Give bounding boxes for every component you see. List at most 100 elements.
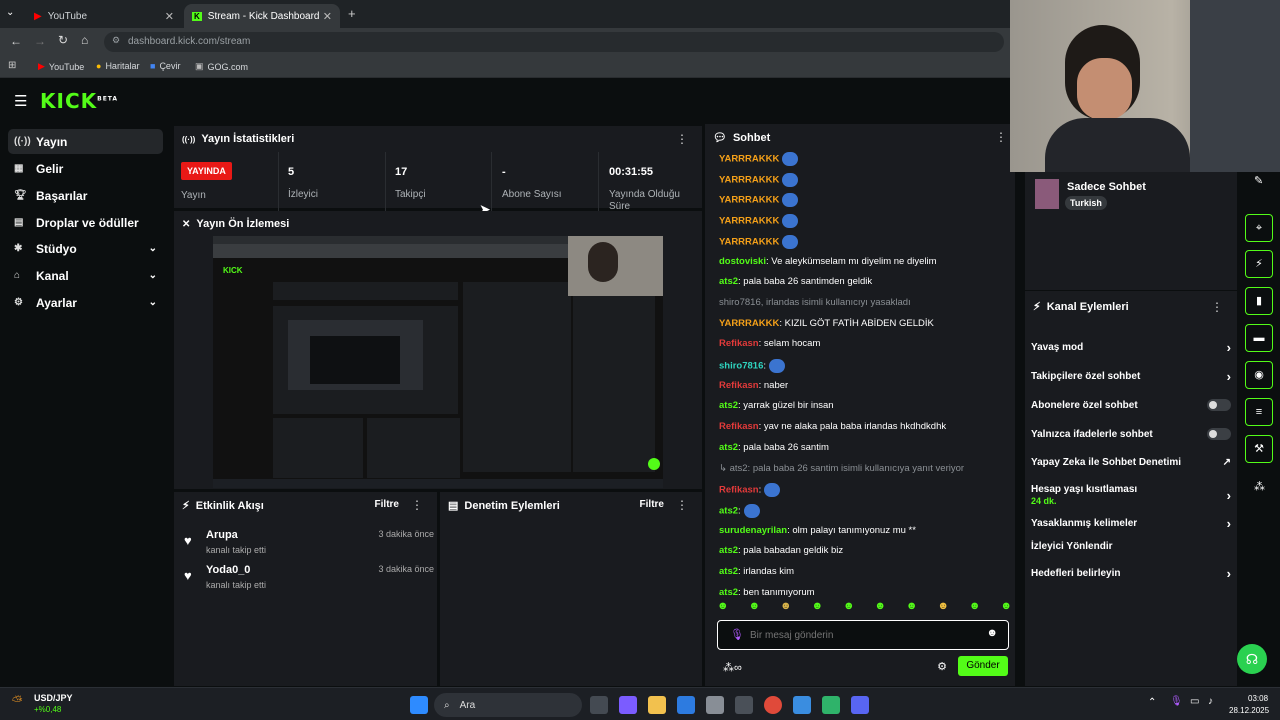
- more-options-icon[interactable]: ⋮: [411, 498, 423, 512]
- app-icon[interactable]: [793, 696, 811, 714]
- sidebar-item-kanal[interactable]: ⌂ Kanal ⌄: [8, 263, 163, 288]
- mail-icon[interactable]: [677, 696, 695, 714]
- store-icon[interactable]: [706, 696, 724, 714]
- toggle-switch[interactable]: [1207, 399, 1231, 411]
- support-headset-icon[interactable]: ☊: [1237, 644, 1267, 674]
- taskbar-search[interactable]: ⌕ Ara: [434, 693, 582, 717]
- forward-icon[interactable]: →: [34, 34, 46, 48]
- pencil-icon[interactable]: ✎: [1254, 174, 1263, 187]
- chat-input-box[interactable]: 🎙︎ ☻: [717, 620, 1009, 650]
- chat-username[interactable]: YARRRAKKK: [719, 216, 779, 227]
- chat-username[interactable]: YARRRAKKK: [719, 154, 779, 165]
- windows-start-icon[interactable]: [410, 696, 428, 714]
- channel-action-item[interactable]: Abonelere özel sohbet: [1031, 399, 1231, 411]
- wrench-icon[interactable]: ⚒: [1245, 435, 1273, 463]
- back-icon[interactable]: ←: [10, 34, 22, 48]
- channel-action-item[interactable]: Yapay Zeka ile Sohbet Denetimi ↗: [1031, 457, 1231, 468]
- microphone-icon[interactable]: 🎙︎: [1170, 696, 1183, 707]
- send-button[interactable]: Gönder: [958, 656, 1008, 676]
- infinity-icon[interactable]: ⁂∞: [723, 661, 742, 674]
- chat-username[interactable]: Refikasn: [719, 485, 759, 496]
- display-icon[interactable]: ▭: [1190, 696, 1199, 707]
- tab-kick-dashboard[interactable]: K Stream - Kick Dashboard ✕: [184, 4, 340, 28]
- emote-icon[interactable]: ☻: [843, 600, 855, 614]
- chat-username[interactable]: ats2: [719, 587, 738, 598]
- chat-input[interactable]: [750, 626, 970, 644]
- emote-icon[interactable]: ☻: [969, 600, 981, 614]
- close-icon[interactable]: ✕: [323, 10, 332, 23]
- kick-logo[interactable]: KICKBETA: [40, 89, 118, 113]
- bookmark-youtube[interactable]: ▶ YouTube: [38, 61, 84, 72]
- lightning-icon[interactable]: ⚡︎: [1245, 250, 1273, 278]
- site-info-icon[interactable]: ⚙: [112, 35, 120, 46]
- chat-username[interactable]: YARRRAKKK: [719, 195, 779, 206]
- channel-action-item[interactable]: Yavaş mod ›: [1031, 340, 1231, 355]
- chat-username[interactable]: ats2: [719, 276, 738, 287]
- emote-icon[interactable]: ☻: [1000, 600, 1012, 614]
- close-icon[interactable]: ✕: [165, 10, 174, 23]
- task-view-icon[interactable]: [590, 696, 608, 714]
- emote-icon[interactable]: ☻: [717, 600, 729, 614]
- channel-action-item[interactable]: İzleyici Yönlendir: [1031, 541, 1231, 552]
- chat-username[interactable]: Refikasn: [719, 338, 759, 349]
- chat-bubble-icon[interactable]: ▬: [1245, 324, 1273, 352]
- channel-action-item[interactable]: Hedefleri belirleyin ›: [1031, 566, 1231, 581]
- emoji-icon[interactable]: ☻: [986, 627, 998, 639]
- app-icon[interactable]: [822, 696, 840, 714]
- more-options-icon[interactable]: ⋮: [676, 498, 688, 512]
- extensions-icon[interactable]: ⁂: [1254, 480, 1265, 493]
- home-icon[interactable]: ⌂: [81, 33, 88, 47]
- stream-preview-video[interactable]: KICK: [213, 236, 663, 488]
- emote-icon[interactable]: ☻: [937, 600, 949, 614]
- chat-username[interactable]: YARRRAKKK: [719, 174, 779, 185]
- filter-button[interactable]: Filtre: [375, 499, 399, 510]
- chat-username[interactable]: ats2: [719, 566, 738, 577]
- chat-username[interactable]: surudenayrilan: [719, 525, 787, 536]
- chrome-icon[interactable]: [764, 696, 782, 714]
- tray-chevron-icon[interactable]: ⌃: [1148, 697, 1156, 708]
- emote-icon[interactable]: ☻: [874, 600, 886, 614]
- chat-username[interactable]: dostoviski: [719, 256, 766, 267]
- sidebar-item-basarilar[interactable]: 🏆︎ Başarılar: [8, 183, 163, 208]
- bookmark-translate[interactable]: ■ Çevir: [150, 61, 180, 71]
- more-options-icon[interactable]: ⋮: [676, 132, 688, 146]
- chat-username[interactable]: Refikasn: [719, 380, 759, 391]
- chat-username[interactable]: ats2: [719, 545, 738, 556]
- file-explorer-icon[interactable]: [648, 696, 666, 714]
- hamburger-menu-icon[interactable]: ☰: [14, 92, 27, 110]
- sidebar-item-studyo[interactable]: ✱ Stüdyo ⌄: [8, 236, 163, 261]
- tab-youtube[interactable]: ▶ YouTube ✕: [26, 4, 182, 28]
- bookmark-maps[interactable]: ● Haritalar: [96, 61, 139, 71]
- chat-username[interactable]: Refikasn: [719, 421, 759, 432]
- emote-icon[interactable]: ☻: [780, 600, 792, 614]
- tab-menu-icon[interactable]: ⌄: [6, 7, 14, 18]
- url-field[interactable]: ⚙ dashboard.kick.com/stream: [104, 32, 1004, 52]
- chat-username[interactable]: ats2: [719, 400, 738, 411]
- sidebar-item-gelir[interactable]: ▦ Gelir: [8, 156, 163, 181]
- sidebar-item-ayarlar[interactable]: ⚙ Ayarlar ⌄: [8, 290, 163, 315]
- broadcast-icon[interactable]: ◉: [1245, 361, 1273, 389]
- emote-icon[interactable]: ☻: [906, 600, 918, 614]
- sidebar-item-yayin[interactable]: ((·)) Yayın: [8, 129, 163, 154]
- chat-username[interactable]: ats2: [719, 505, 738, 516]
- steam-icon[interactable]: [735, 696, 753, 714]
- chat-username[interactable]: YARRRAKKK: [719, 318, 779, 329]
- copilot-icon[interactable]: [619, 696, 637, 714]
- emote-icon[interactable]: ☻: [748, 600, 760, 614]
- channel-action-item[interactable]: Hesap yaşı kısıtlaması 24 dk. ›: [1031, 484, 1231, 506]
- channel-action-item[interactable]: Yasaklanmış kelimeler ›: [1031, 516, 1231, 531]
- discord-icon[interactable]: [851, 696, 869, 714]
- clock-time[interactable]: 03:08: [1248, 694, 1268, 703]
- channel-action-item[interactable]: Takipçilere özel sohbet ›: [1031, 369, 1231, 384]
- apps-grid-icon[interactable]: ⊞: [8, 60, 16, 71]
- bookmark-gog[interactable]: ▣ GOG.com: [195, 61, 248, 72]
- filter-button[interactable]: Filtre: [640, 499, 664, 510]
- layers-icon[interactable]: ≡: [1245, 398, 1273, 426]
- new-tab-icon[interactable]: +: [348, 6, 356, 21]
- clipboard-icon[interactable]: ▮: [1245, 287, 1273, 315]
- more-options-icon[interactable]: ⋮: [995, 130, 1007, 144]
- clock-date[interactable]: 28.12.2025: [1229, 706, 1269, 715]
- gear-icon[interactable]: ⚙: [937, 660, 947, 673]
- target-icon[interactable]: ⌖: [1245, 214, 1273, 242]
- chat-username[interactable]: YARRRAKKK: [719, 236, 779, 247]
